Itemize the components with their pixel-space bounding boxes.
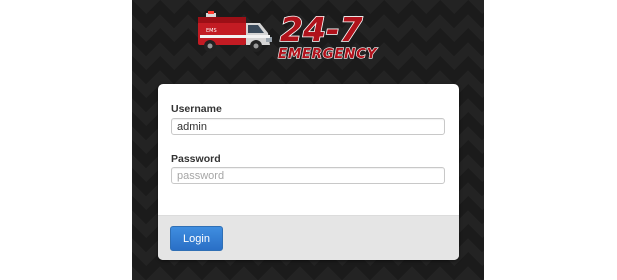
login-form-body: Username Password xyxy=(158,84,459,215)
password-label: Password xyxy=(171,153,221,165)
login-page-background: EMS 24-7 EMERGENCY Username Password Log… xyxy=(132,0,484,280)
ambulance-icon: EMS xyxy=(198,11,272,52)
brand-logo: EMS 24-7 EMERGENCY xyxy=(198,9,378,63)
login-form-footer: Login xyxy=(158,215,459,260)
login-button[interactable]: Login xyxy=(170,226,223,251)
password-input[interactable] xyxy=(171,167,445,184)
logo-text-emergency: EMERGENCY xyxy=(278,46,378,62)
logo-text-24-7: 24-7 xyxy=(280,10,363,49)
username-input[interactable] xyxy=(171,118,445,135)
svg-text:EMS: EMS xyxy=(206,28,217,34)
username-label: Username xyxy=(171,103,222,115)
login-panel: Username Password Login xyxy=(158,84,459,260)
